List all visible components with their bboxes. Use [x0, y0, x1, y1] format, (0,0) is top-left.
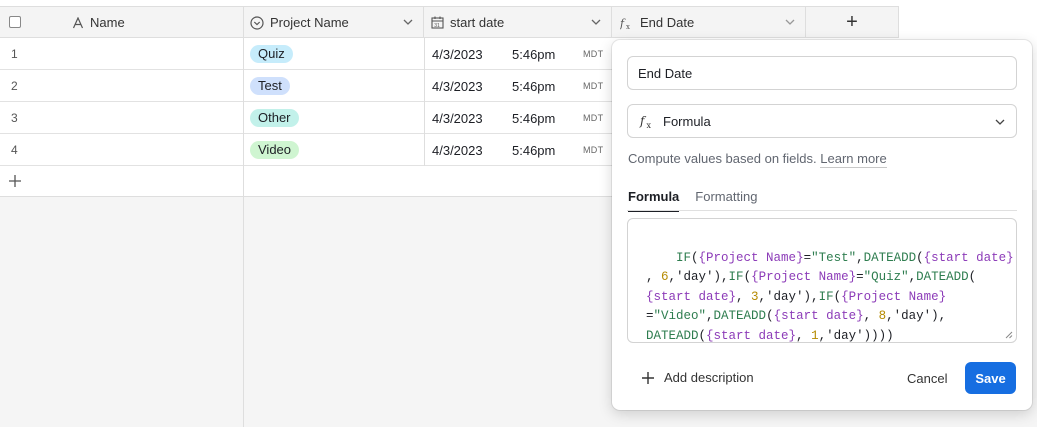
table-row[interactable]: 2 Test 4/3/2023 5:46pm MDT [0, 70, 612, 102]
hint-text: Compute values based on fields. [628, 151, 817, 166]
project-pill[interactable]: Video [250, 141, 300, 159]
header-end-date-cell[interactable]: fx End Date [612, 7, 806, 38]
add-description-label: Add description [664, 370, 754, 385]
chevron-down-icon[interactable] [402, 16, 414, 28]
field-config-panel: fx Formula Compute values based on field… [612, 40, 1032, 410]
timezone-label: MDT [583, 145, 604, 155]
start-time-value: 5:46pm [512, 143, 556, 158]
add-description-button[interactable]: Add description [641, 370, 754, 385]
grid-header: Name Project Name 31 start date fx End D… [0, 6, 899, 38]
add-column-label: + [846, 11, 858, 33]
save-button[interactable]: Save [965, 362, 1016, 394]
chevron-down-icon[interactable] [784, 16, 796, 28]
tab-formula[interactable]: Formula [628, 189, 680, 212]
header-project-cell[interactable]: Project Name [244, 7, 424, 38]
tab-formatting[interactable]: Formatting [695, 189, 757, 212]
table-row[interactable]: 4 Video 4/3/2023 5:46pm MDT [0, 134, 612, 166]
formula-editor[interactable]: IF({Project Name}="Test",DATEADD({start … [627, 218, 1017, 343]
column-label-start-date: start date [450, 15, 505, 30]
svg-text:x: x [647, 121, 652, 129]
calendar-icon: 31 [431, 16, 444, 29]
formula-tabs: Formula Formatting [628, 189, 757, 212]
learn-more-link[interactable]: Learn more [820, 151, 887, 168]
svg-text:31: 31 [434, 23, 440, 29]
row-number: 3 [11, 111, 18, 125]
start-date-value: 4/3/2023 [432, 47, 483, 62]
column-divider [424, 38, 425, 166]
row-number: 4 [11, 143, 18, 157]
resize-handle-icon[interactable] [1005, 331, 1013, 339]
start-time-value: 5:46pm [512, 111, 556, 126]
plus-icon [642, 371, 654, 384]
chevron-down-icon [995, 119, 1005, 125]
timezone-label: MDT [583, 113, 604, 123]
field-type-select[interactable]: fx Formula [627, 104, 1017, 138]
start-date-value: 4/3/2023 [432, 111, 483, 126]
timezone-label: MDT [583, 81, 604, 91]
column-divider [243, 38, 244, 427]
project-pill[interactable]: Quiz [250, 45, 293, 63]
column-label-name: Name [90, 15, 125, 30]
chevron-down-icon[interactable] [590, 16, 602, 28]
column-label-project: Project Name [270, 15, 349, 30]
field-type-hint: Compute values based on fields. Learn mo… [628, 151, 887, 168]
select-all-checkbox[interactable] [9, 16, 21, 28]
formula-icon: fx [620, 17, 630, 30]
field-type-label: Formula [663, 113, 711, 129]
add-row-button[interactable] [0, 166, 612, 197]
table-row[interactable]: 3 Other 4/3/2023 5:46pm MDT [0, 102, 612, 134]
start-time-value: 5:46pm [512, 47, 556, 62]
row-number: 1 [11, 47, 18, 61]
cancel-button[interactable]: Cancel [897, 362, 957, 394]
tabs-divider [627, 210, 1017, 211]
formula-icon: fx [639, 114, 652, 129]
header-start-date-cell[interactable]: 31 start date [424, 7, 612, 38]
plus-icon [9, 175, 21, 187]
column-label-end-date: End Date [640, 15, 695, 30]
row-number: 2 [11, 79, 18, 93]
add-column-button[interactable]: + [806, 7, 899, 38]
text-icon [72, 17, 84, 29]
start-date-value: 4/3/2023 [432, 143, 483, 158]
timezone-label: MDT [583, 49, 604, 59]
start-time-value: 5:46pm [512, 79, 556, 94]
table-row[interactable]: 1 Quiz 4/3/2023 5:46pm MDT [0, 38, 612, 70]
formula-text[interactable]: IF({Project Name}="Test",DATEADD({start … [646, 251, 1014, 343]
start-date-value: 4/3/2023 [432, 79, 483, 94]
project-pill[interactable]: Test [250, 77, 290, 95]
field-name-input[interactable] [627, 56, 1017, 90]
single-select-icon [250, 15, 264, 30]
header-name-cell[interactable]: Name [0, 7, 244, 38]
project-pill[interactable]: Other [250, 109, 299, 127]
svg-text:x: x [626, 23, 630, 30]
